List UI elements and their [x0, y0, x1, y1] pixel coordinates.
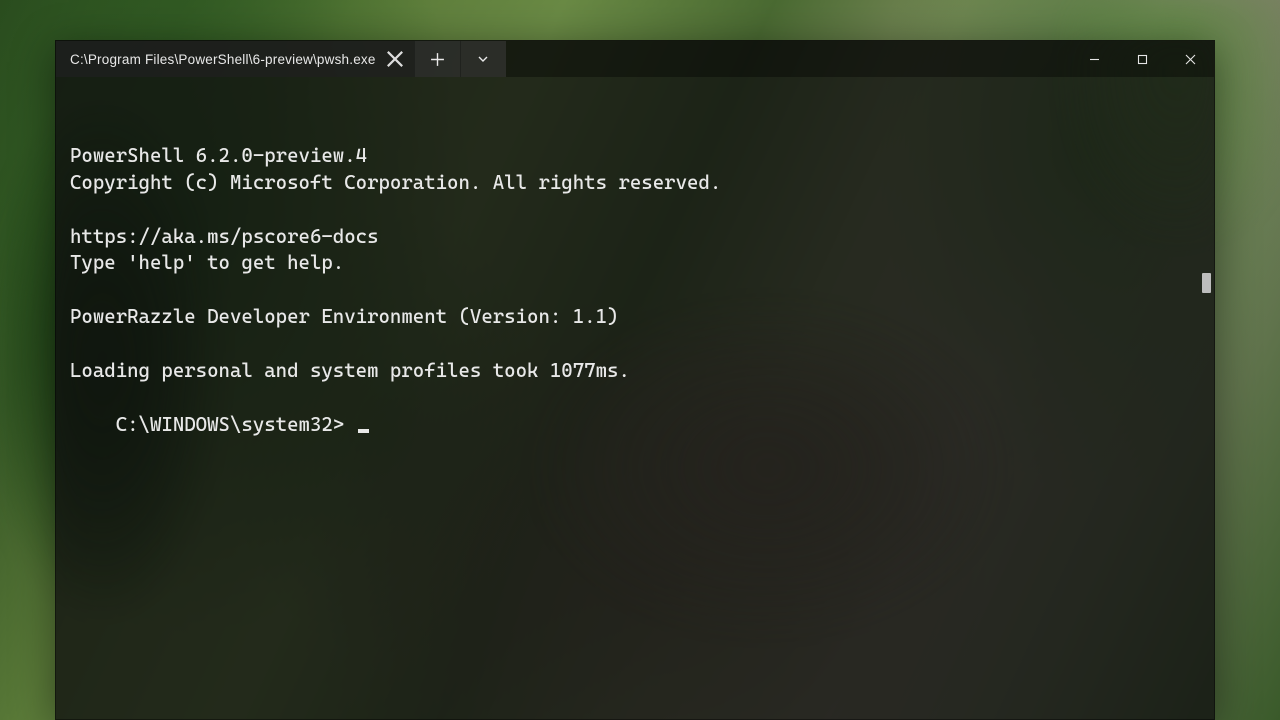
tab-active[interactable]: C:\Program Files\PowerShell\6-preview\pw… — [56, 41, 414, 77]
close-icon — [386, 50, 404, 68]
close-window-button[interactable] — [1166, 41, 1214, 77]
terminal-line: PowerShell 6.2.0-preview.4 — [70, 143, 1200, 170]
tab-actions — [414, 41, 506, 77]
maximize-button[interactable] — [1118, 41, 1166, 77]
cursor — [358, 429, 369, 433]
terminal-line: Loading personal and system profiles too… — [70, 358, 1200, 385]
terminal-line — [70, 331, 1200, 358]
close-tab-button[interactable] — [386, 50, 404, 68]
terminal-body[interactable]: PowerShell 6.2.0-preview.4Copyright (c) … — [56, 77, 1214, 719]
terminal-line: https://aka.ms/pscore6-docs — [70, 224, 1200, 251]
minimize-button[interactable] — [1070, 41, 1118, 77]
terminal-line — [70, 277, 1200, 304]
new-tab-button[interactable] — [414, 41, 460, 77]
chevron-down-icon — [477, 53, 489, 65]
scrollbar-thumb[interactable] — [1202, 273, 1211, 293]
plus-icon — [430, 52, 445, 67]
tab-title: C:\Program Files\PowerShell\6-preview\pw… — [70, 52, 376, 67]
terminal-line: Type 'help' to get help. — [70, 250, 1200, 277]
maximize-icon — [1137, 54, 1148, 65]
terminal-prompt: C:\WINDOWS\system32> — [116, 413, 356, 436]
terminal-line: Copyright (c) Microsoft Corporation. All… — [70, 170, 1200, 197]
terminal-line — [70, 197, 1200, 224]
minimize-icon — [1089, 54, 1100, 65]
close-icon — [1185, 54, 1196, 65]
terminal-window: C:\Program Files\PowerShell\6-preview\pw… — [55, 40, 1215, 720]
tab-dropdown-button[interactable] — [460, 41, 506, 77]
titlebar-drag-region[interactable] — [506, 41, 1070, 77]
terminal-output: PowerShell 6.2.0-preview.4Copyright (c) … — [70, 143, 1200, 385]
window-controls — [1070, 41, 1214, 77]
titlebar[interactable]: C:\Program Files\PowerShell\6-preview\pw… — [56, 41, 1214, 77]
terminal-line: PowerRazzle Developer Environment (Versi… — [70, 304, 1200, 331]
